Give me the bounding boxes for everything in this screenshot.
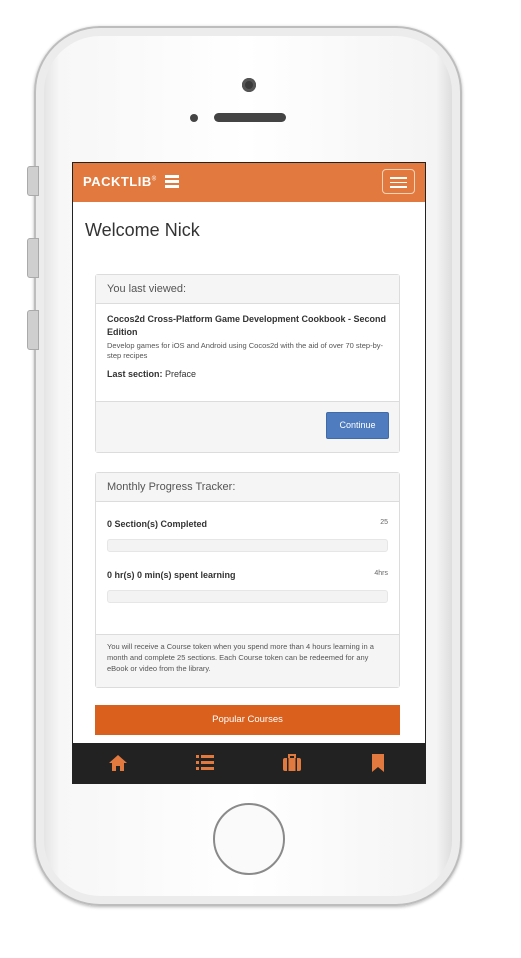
navbar: PACKTLIB® — [73, 163, 425, 202]
book-description: Develop games for iOS and Android using … — [107, 341, 383, 360]
last-section: Last section: Preface — [107, 369, 388, 379]
last-section-value: Preface — [165, 369, 197, 379]
sections-target: 25 — [380, 519, 388, 526]
time-metric: 0 hr(s) 0 min(s) spent learning 4hrs — [107, 570, 388, 610]
last-viewed-panel: You last viewed: Cocos2d Cross-Platform … — [95, 274, 400, 453]
bottom-tab-bar — [73, 743, 425, 783]
proximity-sensor — [190, 114, 198, 122]
book-title[interactable]: Cocos2d Cross-Platform Game Development … — [107, 313, 388, 339]
time-label: 0 hr(s) 0 min(s) spent learning — [107, 570, 236, 580]
navbar-toggle-button[interactable] — [382, 169, 415, 194]
progress-tracker-panel: Monthly Progress Tracker: 0 Section(s) C… — [95, 472, 400, 688]
progress-tracker-heading: Monthly Progress Tracker: — [96, 473, 399, 502]
volume-down-button — [27, 310, 39, 350]
brand-name: PACKTLIB — [83, 174, 152, 189]
page-title: Welcome Nick — [85, 220, 200, 240]
front-camera — [242, 78, 256, 92]
briefcase-icon[interactable] — [280, 751, 304, 775]
list-icon[interactable] — [193, 751, 217, 775]
main-content: Welcome Nick You last viewed: Cocos2d Cr… — [73, 202, 425, 745]
progress-tracker-footer: You will receive a Course token when you… — [96, 634, 399, 687]
sections-progress-bar — [107, 539, 388, 552]
menu-icon[interactable] — [165, 175, 179, 188]
mute-switch — [27, 166, 39, 196]
time-progress-bar — [107, 590, 388, 603]
brand-logo[interactable]: PACKTLIB® — [83, 174, 157, 189]
bookmark-icon[interactable] — [366, 751, 390, 775]
popular-courses-button[interactable]: Popular Courses — [95, 705, 400, 735]
home-icon[interactable] — [106, 751, 130, 775]
app-screen: PACKTLIB® Welcome Nick You last viewed: … — [72, 162, 426, 784]
last-section-label: Last section: — [107, 369, 163, 379]
earpiece-speaker — [214, 113, 286, 122]
last-viewed-heading: You last viewed: — [96, 275, 399, 304]
continue-button[interactable]: Continue — [326, 412, 389, 439]
volume-up-button — [27, 238, 39, 278]
sections-label: 0 Section(s) Completed — [107, 519, 208, 529]
time-target: 4hrs — [374, 570, 388, 577]
home-button[interactable] — [213, 803, 285, 875]
sections-metric: 0 Section(s) Completed 25 — [107, 519, 388, 559]
last-viewed-footer: Continue — [96, 401, 399, 452]
brand-mark: ® — [151, 176, 157, 183]
